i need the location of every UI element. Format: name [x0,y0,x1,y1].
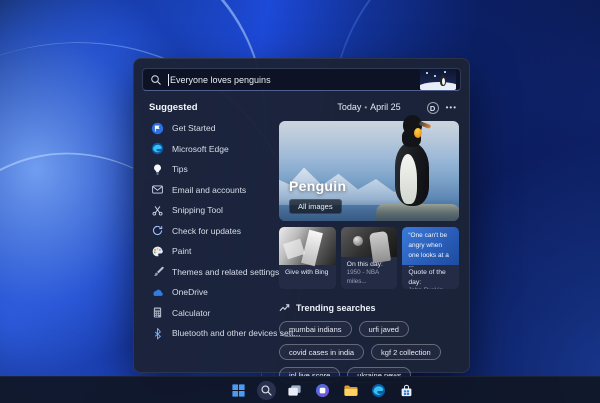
tips-icon [151,163,164,176]
search-input[interactable] [170,74,420,85]
edge-button[interactable] [369,381,388,400]
card-caption: Give with Bing [285,269,329,276]
email-icon [151,183,164,196]
snipping-tool-icon [151,204,164,217]
quote-text: “One can't be angry when one looks at a … [402,227,460,269]
suggested-item-tips[interactable]: Tips [147,159,274,180]
card-title: Quote of the day: [408,269,446,286]
onedrive-icon [151,286,164,299]
widgets-button[interactable] [313,381,332,400]
updates-icon [151,224,164,237]
penguin-patch [414,128,423,138]
suggested-item-themes[interactable]: Themes and related settings [147,262,279,283]
task-view-icon [287,384,301,396]
task-view-button[interactable] [285,381,304,400]
desktop: Suggested Get Started Microsoft Edge [0,0,600,403]
hero-title: Penguin [289,178,347,194]
mini-penguin-icon [440,75,446,86]
search-home-panel: Suggested Get Started Microsoft Edge [133,58,470,383]
get-started-icon [151,122,164,135]
trending-title: Trending searches [296,302,376,313]
suggested-item-label: Paint [172,246,192,257]
suggested-list: Get Started Microsoft Edge Tips Email an… [147,118,301,344]
windows-logo-icon [231,383,245,397]
trending-pills: mumbai indians urfi javed covid cases in… [279,321,459,383]
card-subtitle: John Ruskin [408,287,453,289]
suggested-item-label: Themes and related settings [172,266,280,277]
suggested-item-get-started[interactable]: Get Started [147,118,274,139]
suggested-item-email-accounts[interactable]: Email and accounts [147,180,274,201]
search-icon [261,385,272,396]
trending-pill[interactable]: kgf 2 collection [371,344,441,360]
suggested-item-label: Get Started [172,123,216,134]
penguin-doodle [420,69,456,90]
star-icon [426,72,428,74]
more-options-icon[interactable]: ••• [446,102,457,114]
date-label: April 25 [370,102,401,112]
card-give-with-bing[interactable]: Give with Bing [279,227,336,289]
paint-icon [151,245,164,258]
suggested-item-label: Snipping Tool [172,205,223,216]
daily-content-section: Today • April 25 D ••• Penguin All image… [274,100,469,383]
penguin-body [395,142,430,206]
suggested-item-check-updates[interactable]: Check for updates [147,221,274,242]
search-icon [151,74,161,85]
windows-start-button[interactable] [229,381,248,400]
suggested-item-calculator[interactable]: Calculator [147,303,274,324]
snow-mound [420,82,456,90]
on-this-day-photo [340,227,398,257]
all-images-button[interactable]: All images [289,199,342,214]
store-button[interactable] [397,381,416,400]
suggested-item-bluetooth-devices[interactable]: Bluetooth and other devices sett... [147,323,301,344]
rewards-badge[interactable]: D [426,102,439,114]
text-caret [168,73,169,86]
bluetooth-icon [151,327,164,340]
suggested-item-paint[interactable]: Paint [147,241,274,262]
taskbar [0,376,600,403]
trending-pill[interactable]: covid cases in india [279,344,365,360]
suggested-item-label: Calculator [172,307,211,318]
edge-icon [371,383,385,397]
suggested-item-microsoft-edge[interactable]: Microsoft Edge [147,139,274,160]
card-on-this-day[interactable]: On this day: 1950 - NBA miles... [340,227,398,289]
trending-pill[interactable]: urfi javed [358,321,409,337]
give-with-bing-photo [279,227,336,265]
card-subtitle: 1950 - NBA miles... [346,269,379,286]
trending-searches-section: Trending searches mumbai indians urfi ja… [279,302,459,383]
search-bar[interactable] [142,68,461,91]
suggested-item-onedrive[interactable]: OneDrive [147,282,274,303]
file-explorer-button[interactable] [341,381,360,400]
taskbar-search-button[interactable] [256,380,276,400]
penguin-belly [400,154,418,204]
suggested-item-label: Check for updates [172,225,241,236]
widgets-icon [315,383,329,397]
themes-icon [151,265,164,278]
edge-icon [151,142,164,155]
trending-pill[interactable]: mumbai indians [279,321,352,337]
penguin-illustration [392,115,432,206]
calculator-icon [151,306,164,319]
rock [375,204,459,221]
suggested-item-label: Email and accounts [172,184,247,195]
star-icon [434,75,436,77]
suggested-title: Suggested [149,102,198,113]
suggested-item-snipping-tool[interactable]: Snipping Tool [147,200,274,221]
star-icon [444,71,446,73]
file-explorer-icon [343,385,358,396]
panel-body: Suggested Get Started Microsoft Edge Tip… [134,100,469,383]
suggested-item-label: Microsoft Edge [172,143,229,154]
card-quote-of-the-day[interactable]: “One can't be angry when one looks at a … [402,227,460,289]
suggested-item-label: Tips [172,164,188,175]
hero-image-card[interactable]: Penguin All images [279,115,459,221]
suggested-section: Suggested Get Started Microsoft Edge Tip… [134,100,301,372]
store-icon [401,384,411,396]
suggested-item-label: OneDrive [172,287,208,298]
daily-cards-row: Give with Bing On this day: 1950 - NBA m… [279,227,460,289]
today-label: Today [337,102,362,112]
trending-arrow-icon [279,304,290,312]
date-separator: • [364,103,368,112]
